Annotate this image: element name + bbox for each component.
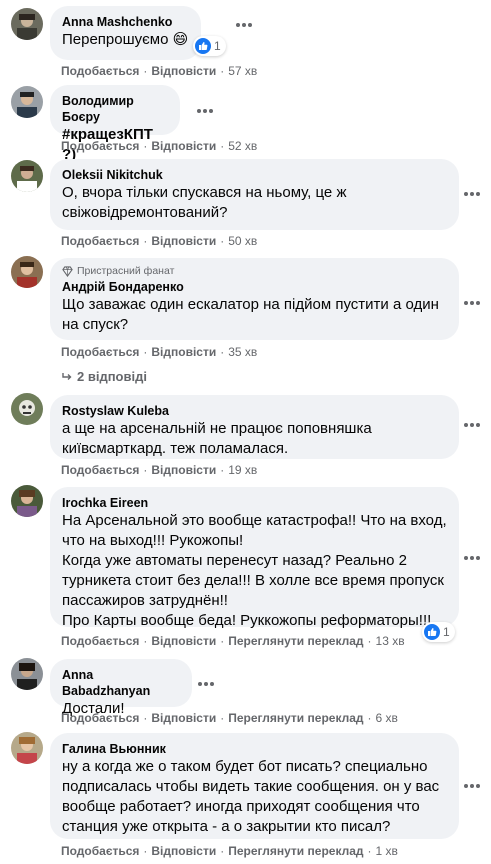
like-link[interactable]: Подобається [61,711,139,725]
reaction-count[interactable]: 1 [193,36,226,56]
reply-link[interactable]: Відповісти [151,64,216,78]
comment-time[interactable]: 35 хв [228,345,257,359]
avatar[interactable] [11,160,43,192]
comment-time[interactable]: 19 хв [228,463,257,477]
translate-link[interactable]: Переглянути переклад [228,844,363,858]
avatar[interactable] [11,658,43,690]
comment-time[interactable]: 52 хв [228,139,257,153]
like-reaction-icon [424,624,440,640]
comment-actions: Подобається · Відповісти · 35 хв [61,345,258,359]
more-options-icon[interactable] [460,778,484,794]
comment-text: На Арсенальной это вообще катастрофа!! Ч… [62,512,447,629]
reaction-count[interactable]: 1 [422,622,455,642]
comment-time[interactable]: 6 хв [376,711,398,725]
comment-text: О, вчора тільки спускався на ньому, це ж… [62,184,351,221]
more-options-icon[interactable] [460,295,484,311]
translate-link[interactable]: Переглянути переклад [228,711,363,725]
reply-link[interactable]: Відповісти [151,234,216,248]
reply-link[interactable]: Відповісти [151,463,216,477]
more-options-icon[interactable] [460,550,484,566]
comment-time[interactable]: 1 хв [376,844,398,858]
reaction-number: 1 [214,39,221,53]
avatar[interactable] [11,393,43,425]
comment-bubble: Пристрасний фанат Андрій Бондаренко Що з… [50,258,459,340]
comment-author[interactable]: Anna Babadzhanyan [62,667,180,699]
like-link[interactable]: Подобається [61,345,139,359]
fan-badge-icon [62,265,73,277]
comment-text: Що заважає один ескалатор на підйом пуст… [62,296,444,333]
like-reaction-icon [195,38,211,54]
comment-time[interactable]: 13 хв [376,634,405,648]
like-link[interactable]: Подобається [61,64,139,78]
comment-bubble: Oleksii Nikitchuk О, вчора тільки спуска… [50,159,459,230]
reply-link[interactable]: Відповісти [151,844,216,858]
reply-link[interactable]: Відповісти [151,345,216,359]
reaction-number: 1 [443,625,450,639]
view-replies-link[interactable]: 2 відповіді [61,369,147,384]
more-options-icon[interactable] [460,186,484,202]
comment-actions: Подобається · Відповісти · 50 хв [61,234,258,248]
more-options-icon[interactable] [193,103,217,119]
comment-bubble: Володимир Боєру #кращезКПТ ?) [50,85,180,163]
avatar[interactable] [11,485,43,517]
comment-actions: Подобається · Відповісти · Переглянути перек… [61,634,405,648]
comment-actions: Подобається · Відповісти · Переглянути перек… [61,844,398,858]
comment-time[interactable]: 50 хв [228,234,257,248]
comment-bubble: Галина Вьюнник ну а когда же о таком буд… [50,733,459,839]
like-link[interactable]: Подобається [61,234,139,248]
more-options-icon[interactable] [232,17,256,33]
avatar[interactable] [11,8,43,40]
comment-bubble: Irochka Eireen На Арсенальной это вообще… [50,487,459,629]
comment-text: а ще на арсенальній не працює поповняшка… [62,420,376,457]
comment-author[interactable]: Oleksii Nikitchuk [62,167,447,183]
avatar[interactable] [11,732,43,764]
comment-bubble: Anna Babadzhanyan Достали! [50,659,192,717]
comment-actions: Подобається · Відповісти · 57 хв [61,64,258,78]
avatar[interactable] [11,86,43,118]
like-link[interactable]: Подобається [61,463,139,477]
more-options-icon[interactable] [460,417,484,433]
more-options-icon[interactable] [194,676,218,692]
like-link[interactable]: Подобається [61,844,139,858]
avatar[interactable] [11,256,43,288]
like-link[interactable]: Подобається [61,634,139,648]
comment-author[interactable]: Rostyslaw Kuleba [62,403,447,419]
translate-link[interactable]: Переглянути переклад [228,634,363,648]
fan-badge[interactable]: Пристрасний фанат [77,264,174,278]
comment-text: Перепрошуємо [62,31,169,48]
replies-count[interactable]: 2 відповіді [77,369,147,384]
comment-author[interactable]: Андрій Бондаренко [62,279,447,295]
comment-author[interactable]: Володимир Боєру [62,93,168,125]
comment-time[interactable]: 57 хв [228,64,257,78]
comment-author[interactable]: Галина Вьюнник [62,741,447,757]
reply-arrow-icon [62,372,72,380]
comment-actions: Подобається · Відповісти · 19 хв [61,463,258,477]
emoji: 😄 [172,31,189,48]
comment-bubble: Rostyslaw Kuleba а ще на арсенальній не … [50,395,459,459]
comment-actions: Подобається · Відповісти · 52 хв [61,139,258,153]
like-link[interactable]: Подобається [61,139,139,153]
comment-author[interactable]: Irochka Eireen [62,495,447,511]
reply-link[interactable]: Відповісти [151,139,216,153]
comment-actions: Подобається · Відповісти · Переглянути перек… [61,711,398,725]
reply-link[interactable]: Відповісти [151,711,216,725]
comment-text: ну а когда же о таком будет бот писать? … [62,758,444,835]
reply-link[interactable]: Відповісти [151,634,216,648]
comment-author[interactable]: Anna Mashchenko [62,14,189,30]
comment-bubble: Anna Mashchenko Перепрошуємо 😄 [50,6,201,60]
